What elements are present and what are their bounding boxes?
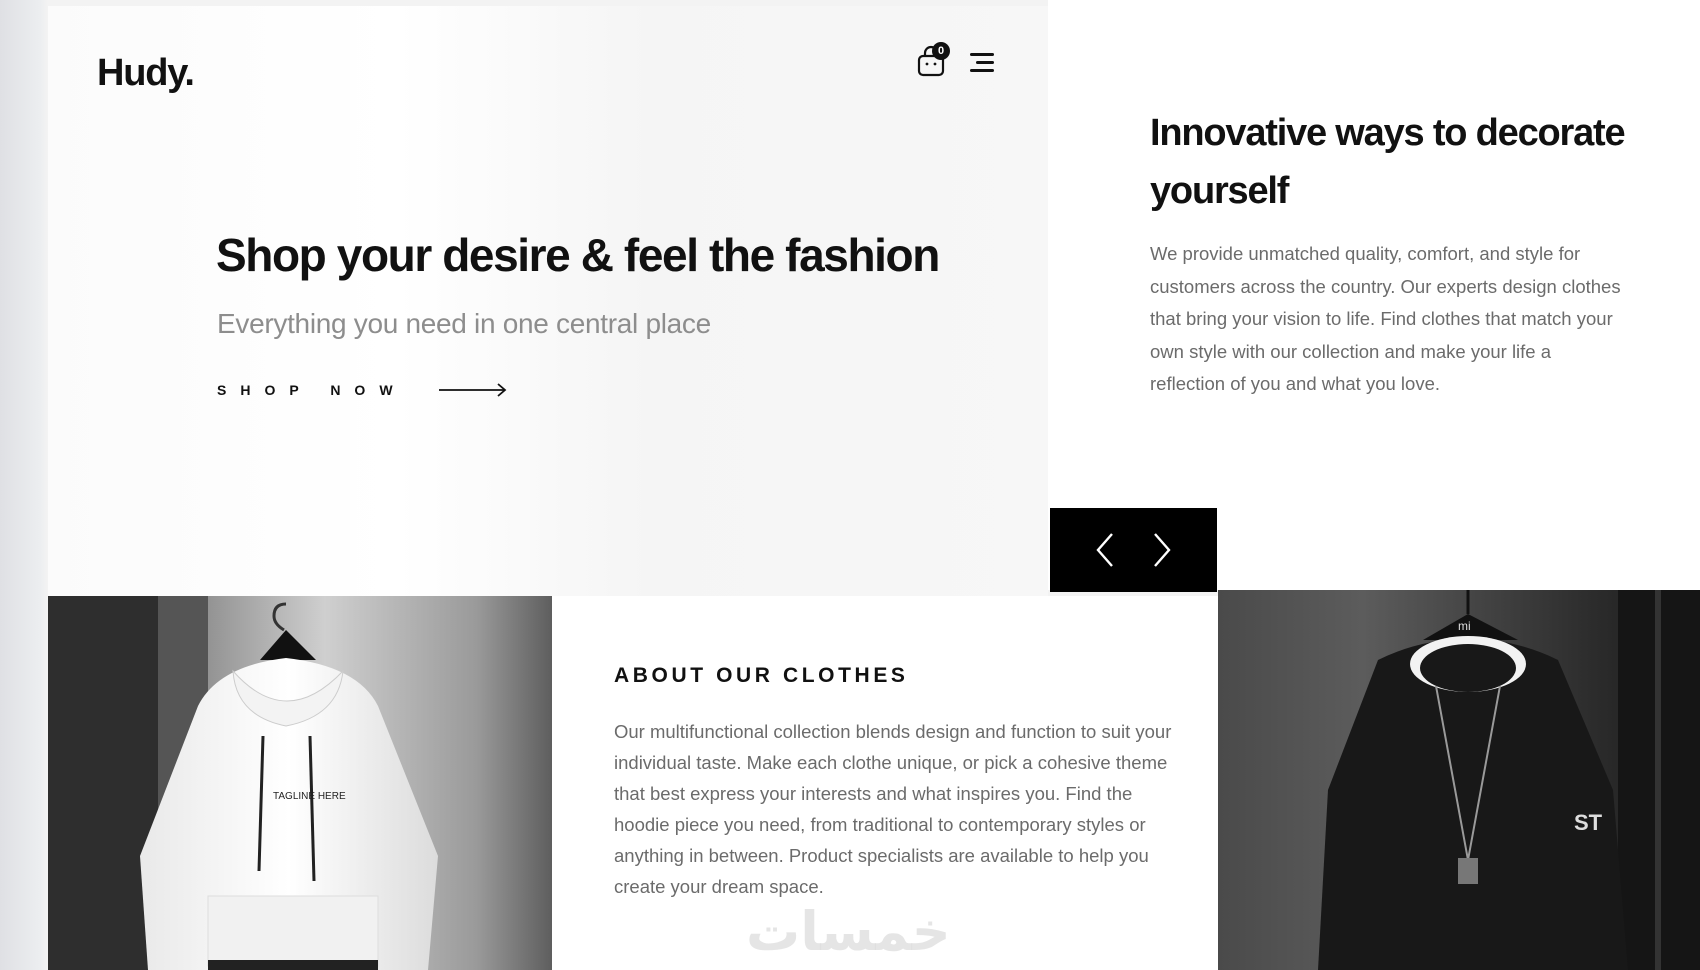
watermark-text: خمسات xyxy=(746,902,951,962)
chevron-right-icon xyxy=(1154,533,1171,567)
shop-now-label: SHOP NOW xyxy=(217,382,407,398)
hero-panel xyxy=(48,6,1048,596)
slider-prev-button[interactable] xyxy=(1087,530,1123,570)
hero-title: Shop your desire & feel the fashion xyxy=(216,229,940,281)
brand-logo[interactable]: Hudy. xyxy=(97,52,195,95)
sweater-logo-text: mi xyxy=(1458,619,1471,633)
hoodie-illustration: TAGLINE HERE xyxy=(48,596,438,970)
cart-count-badge: 0 xyxy=(932,42,950,60)
sweater-product-image[interactable]: mi ST xyxy=(1218,590,1700,970)
hamburger-menu-icon[interactable] xyxy=(968,52,994,74)
hoodie-product-image[interactable]: TAGLINE HERE xyxy=(48,596,552,970)
cart-button[interactable]: 0 xyxy=(916,42,950,78)
side-description: We provide unmatched quality, comfort, a… xyxy=(1150,243,1621,394)
about-description: Our multifunctional collection blends de… xyxy=(614,721,1172,897)
hoodie-print-text: TAGLINE HERE xyxy=(273,791,346,802)
hero-subtitle: Everything you need in one central place xyxy=(217,308,711,339)
about-title: ABOUT OUR CLOTHES xyxy=(614,664,909,687)
slider-controls xyxy=(1050,508,1217,592)
long-arrow-right-icon xyxy=(438,383,506,397)
sweater-illustration: mi ST xyxy=(1318,590,1700,970)
chevron-left-icon xyxy=(1096,533,1113,567)
slider-next-button[interactable] xyxy=(1144,530,1180,570)
sweater-sleeve-text: ST xyxy=(1574,810,1603,835)
shop-now-link[interactable]: SHOP NOW xyxy=(217,382,507,398)
side-title: Innovative ways to decorate yourself xyxy=(1150,112,1626,212)
